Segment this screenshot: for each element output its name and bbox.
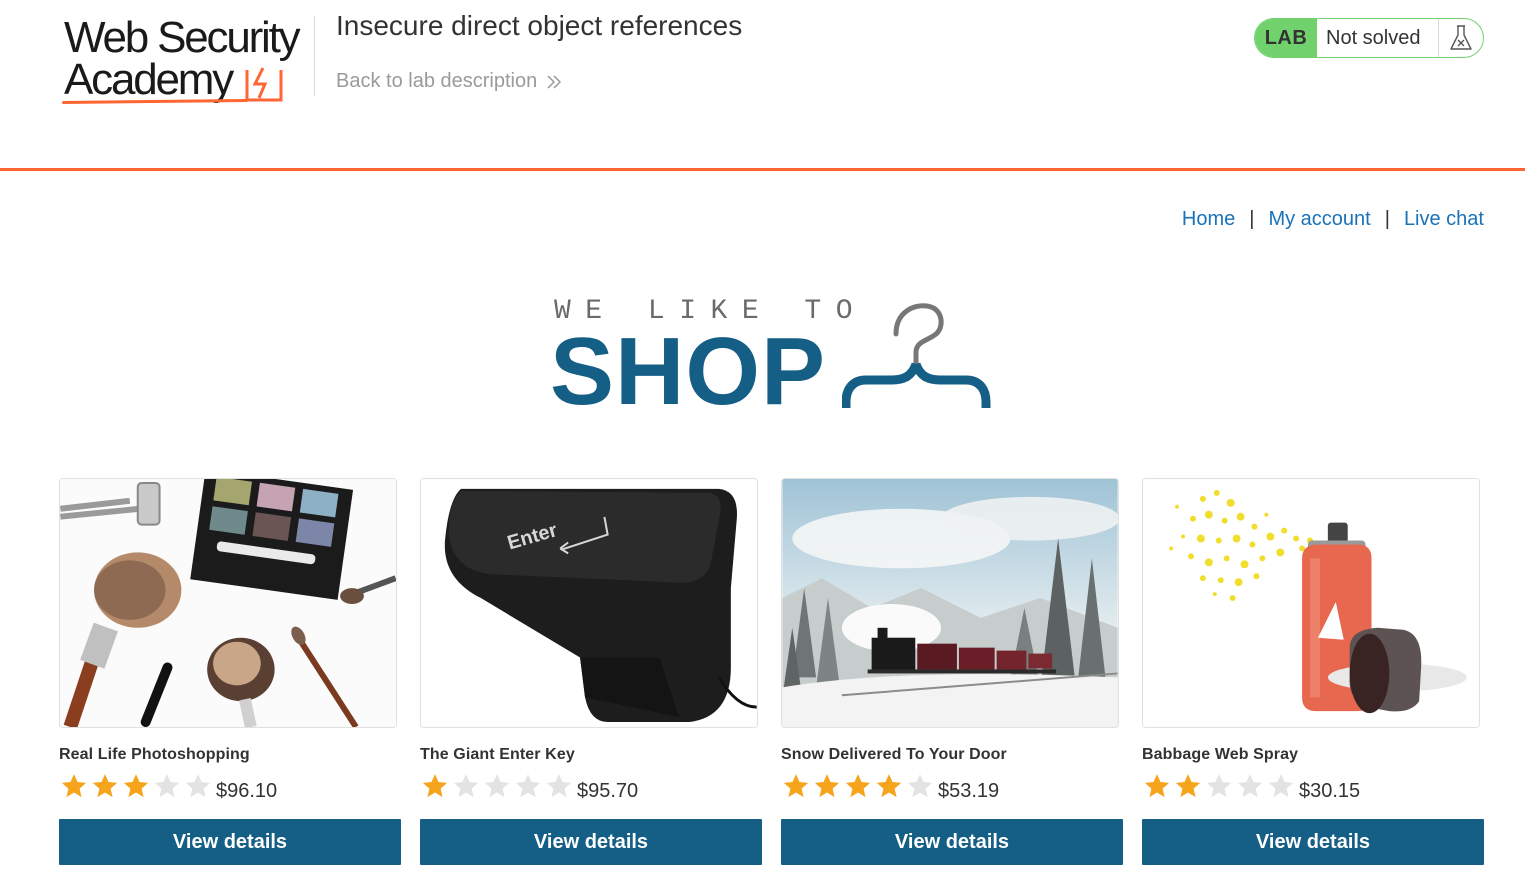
- enter-key-image: Enter: [420, 478, 758, 728]
- star-rating: [1142, 772, 1296, 800]
- view-details-button[interactable]: View details: [781, 819, 1123, 865]
- star-empty-icon: [515, 774, 541, 798]
- back-link-label: Back to lab description: [336, 70, 538, 92]
- star-filled-icon: [1144, 774, 1170, 798]
- star-empty-icon: [453, 774, 479, 798]
- lab-badge: LAB: [1255, 19, 1317, 57]
- product-price: $96.10: [216, 780, 278, 802]
- star-filled-icon: [783, 774, 809, 798]
- logo-line-1: Web Security: [64, 13, 301, 62]
- web-security-academy-logo[interactable]: Web Security Academy: [60, 14, 310, 106]
- view-details-button[interactable]: View details: [420, 819, 762, 865]
- nav-home-link[interactable]: Home: [1182, 208, 1235, 231]
- star-filled-icon: [814, 774, 840, 798]
- product-name: Snow Delivered To Your Door: [781, 746, 1007, 763]
- star-rating: [781, 772, 935, 800]
- star-empty-icon: [484, 774, 510, 798]
- shop-nav: Home | My account | Live chat: [1182, 208, 1484, 231]
- star-filled-icon: [876, 774, 902, 798]
- nav-live-chat-link[interactable]: Live chat: [1404, 208, 1484, 231]
- star-filled-icon: [61, 774, 87, 798]
- star-rating: [420, 772, 574, 800]
- star-filled-icon: [1175, 774, 1201, 798]
- clothes-hanger-icon: [842, 303, 991, 408]
- flask-icon: [1439, 19, 1483, 57]
- star-empty-icon: [1237, 774, 1263, 798]
- lab-status-text: Not solved: [1317, 19, 1439, 57]
- star-empty-icon: [185, 774, 211, 798]
- spray-can-image: [1142, 478, 1480, 728]
- back-to-lab-description-link[interactable]: Back to lab description: [336, 70, 563, 93]
- product-price: $30.15: [1299, 780, 1361, 802]
- product-name: The Giant Enter Key: [420, 746, 575, 763]
- makeup-brushes-image: [59, 478, 397, 728]
- shop-banner: WE LIKE TO SHOP: [548, 296, 998, 421]
- double-chevron-right-icon: [547, 74, 562, 89]
- star-filled-icon: [422, 774, 448, 798]
- nav-separator: |: [1384, 208, 1390, 230]
- snow-train-image: [781, 478, 1119, 728]
- product-price: $95.70: [577, 780, 639, 802]
- product-name: Real Life Photoshopping: [59, 746, 250, 763]
- view-details-button[interactable]: View details: [1142, 819, 1484, 865]
- nav-my-account-link[interactable]: My account: [1268, 208, 1370, 231]
- star-empty-icon: [546, 774, 572, 798]
- header-divider: [314, 16, 315, 96]
- star-rating: [59, 772, 213, 800]
- star-filled-icon: [845, 774, 871, 798]
- star-empty-icon: [1268, 774, 1294, 798]
- academy-header: Web Security Academy Insecure direct obj…: [0, 0, 1525, 171]
- banner-headline: SHOP: [550, 318, 827, 425]
- product-name: Babbage Web Spray: [1142, 746, 1299, 763]
- star-filled-icon: [123, 774, 149, 798]
- product-price: $53.19: [938, 780, 1000, 802]
- lab-title: Insecure direct object references: [336, 10, 743, 41]
- star-empty-icon: [907, 774, 933, 798]
- star-filled-icon: [92, 774, 118, 798]
- star-empty-icon: [154, 774, 180, 798]
- logo-line-2: Academy: [64, 55, 234, 104]
- logo-bolt-icon: [245, 67, 283, 102]
- star-empty-icon: [1206, 774, 1232, 798]
- lab-status-widget: LAB Not solved: [1254, 18, 1484, 58]
- view-details-button[interactable]: View details: [59, 819, 401, 865]
- nav-separator: |: [1249, 208, 1255, 230]
